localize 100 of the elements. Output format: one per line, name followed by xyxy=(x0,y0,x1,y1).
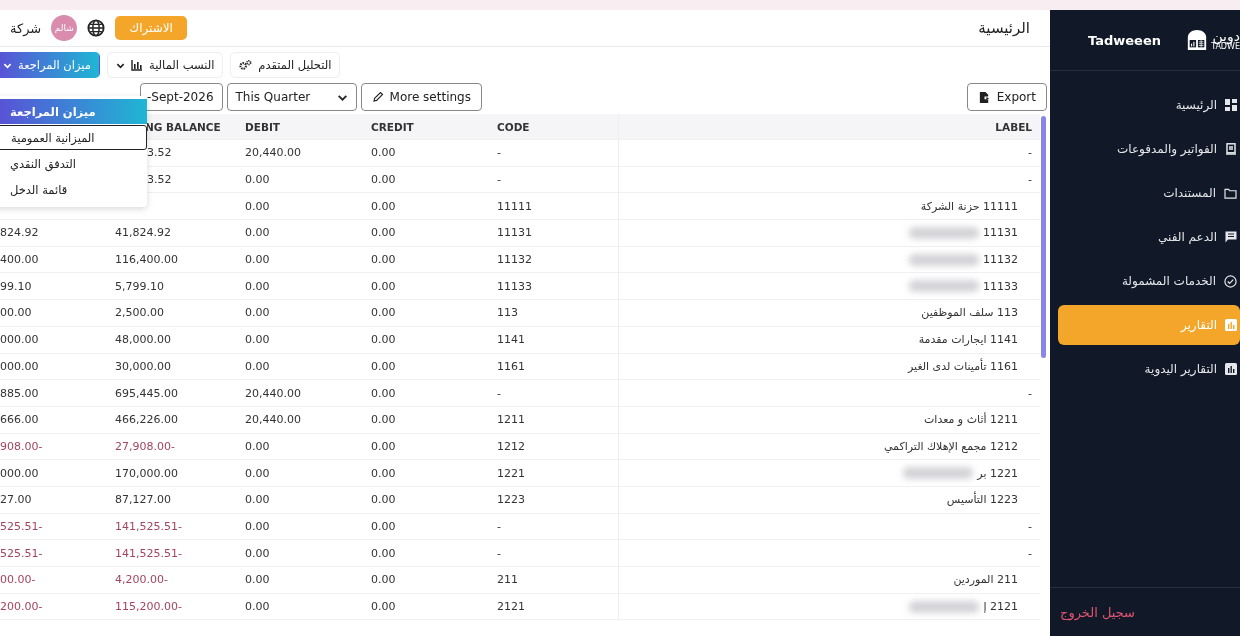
chat-icon xyxy=(1225,231,1237,243)
table-cell: 00.00 xyxy=(0,306,32,320)
table-cell: 466,226.00 xyxy=(115,413,178,427)
column-header: CODE xyxy=(496,119,531,135)
table-cell: 20,440.00 xyxy=(245,413,301,427)
logo-text: TADWE xyxy=(1211,43,1240,51)
table-cell: 30,000.00 xyxy=(115,359,171,373)
table-cell: 908.00- xyxy=(0,439,43,453)
table-cell: 113 xyxy=(497,306,518,320)
table-cell: 824.92 xyxy=(0,226,39,240)
period-select[interactable]: This Quarter xyxy=(226,83,357,111)
table-cell: 2121 إ xyxy=(983,600,1018,614)
table-cell: - xyxy=(497,519,501,533)
table-cell: 0.00 xyxy=(245,519,270,533)
table-cell: 4,200.00- xyxy=(115,573,168,587)
table-cell: 0.00 xyxy=(371,386,396,400)
table-cell: 1221 بر xyxy=(977,466,1018,480)
table-cell: 885.00 xyxy=(0,386,39,400)
table-cell: 11111 حزنة الشركة xyxy=(920,199,1018,213)
table-cell: 2,500.00 xyxy=(115,306,164,320)
table-cell: 211 xyxy=(497,573,518,587)
bar-chart-icon xyxy=(131,59,143,71)
table-cell: 525.51- xyxy=(0,546,43,560)
table-cell: 11132 xyxy=(983,253,1018,267)
table-cell: 11132 xyxy=(497,253,532,267)
table-cell: 20,440.00 xyxy=(245,386,301,400)
table-cell: 141,525.51- xyxy=(115,546,182,560)
table-cell: 000.00 xyxy=(0,466,39,480)
table-cell: - xyxy=(497,146,501,160)
table-cell: 1212 xyxy=(497,439,525,453)
table-cell: 200.00- xyxy=(0,600,43,614)
logo-text: دوين xyxy=(1212,29,1240,43)
sidebar-item[interactable]: الخدمات المشمولة xyxy=(1058,261,1240,301)
table-cell: 3.52 xyxy=(147,146,172,160)
table-cell: - xyxy=(1028,546,1032,560)
sidebar-item[interactable]: التقارير اليدوية xyxy=(1058,349,1240,389)
gears-icon xyxy=(239,59,253,71)
table-cell: 0.00 xyxy=(371,173,396,187)
table-cell: 1161 xyxy=(497,359,525,373)
logout-link[interactable]: سجيل الخروج xyxy=(1050,587,1240,636)
table-cell: 0.00 xyxy=(371,519,396,533)
table-cell: 1223 xyxy=(497,493,525,507)
menu-item[interactable]: الميزانية العمومية xyxy=(0,125,147,150)
dashboard-icon xyxy=(1225,99,1237,111)
file-export-icon xyxy=(977,90,991,104)
table-cell: 0.00 xyxy=(371,573,396,587)
table-cell: 00.00- xyxy=(0,573,36,587)
menu-item[interactable]: قائمة الدخل xyxy=(0,177,147,202)
table-cell: 0.00 xyxy=(245,466,270,480)
more-settings-button[interactable]: More settings xyxy=(360,83,482,111)
company-name: شركة xyxy=(10,20,42,36)
sidebar-item[interactable]: الرئيسية xyxy=(1058,85,1240,125)
table-cell: 0.00 xyxy=(245,573,270,587)
table-cell: 0.00 xyxy=(371,600,396,614)
table-cell: 41,824.92 xyxy=(115,226,171,240)
document-icon xyxy=(1225,143,1237,155)
table-cell: 170,000.00 xyxy=(115,466,178,480)
table-cell: - xyxy=(497,546,501,560)
report-dropdown[interactable]: ميزان المراجعة xyxy=(0,52,100,78)
table-cell: - xyxy=(497,386,501,400)
table-cell: 0.00 xyxy=(371,333,396,347)
table-cell: 99.10 xyxy=(0,279,32,293)
table-cell: 11131 xyxy=(983,226,1018,240)
menu-item[interactable]: التدفق النقدي xyxy=(0,151,147,176)
table-cell: 0.00 xyxy=(371,253,396,267)
table-cell: 000.00 xyxy=(0,333,39,347)
table-cell: 11131 xyxy=(497,226,532,240)
table-cell: 27,908.00- xyxy=(115,439,175,453)
table-cell: 0.00 xyxy=(245,306,270,320)
table-cell: 1223 التأسيس xyxy=(946,493,1018,507)
table-cell: 1212 مجمع الإهلاك التراكمي xyxy=(883,439,1018,453)
advanced-analysis-button[interactable]: التحليل المتقدم xyxy=(230,52,341,78)
globe-icon[interactable] xyxy=(87,19,106,37)
table-cell: - xyxy=(1028,173,1032,187)
table-cell: 0.00 xyxy=(245,600,270,614)
table-cell: 3.52 xyxy=(147,173,172,187)
table-cell: 116,400.00 xyxy=(115,253,178,267)
table-cell: 11133 xyxy=(983,279,1018,293)
menu-item[interactable]: ميزان المراجعة xyxy=(0,99,147,124)
table-cell: - xyxy=(1028,386,1032,400)
sidebar-item[interactable]: الدعم الفني xyxy=(1058,217,1240,257)
table-cell: 400.00 xyxy=(0,253,39,267)
table-cell: 0.00 xyxy=(245,333,270,347)
table-cell: 0.00 xyxy=(371,279,396,293)
table-cell: 0.00 xyxy=(245,253,270,267)
table-cell: 0.00 xyxy=(371,493,396,507)
sidebar-item[interactable]: الفواتير والمدفوعات xyxy=(1058,129,1240,169)
report-dropdown[interactable]: النسب المالية xyxy=(107,52,224,78)
column-header: DEBIT xyxy=(244,119,281,135)
chart-icon xyxy=(1225,363,1237,375)
table-cell: - xyxy=(1028,146,1032,160)
export-button[interactable]: Export xyxy=(966,83,1047,111)
table-cell: 1141 xyxy=(497,333,525,347)
table-cell: 0.00 xyxy=(245,279,270,293)
sidebar-item[interactable]: المستندات xyxy=(1058,173,1240,213)
table-cell: 115,200.00- xyxy=(115,600,182,614)
column-header: LABEL xyxy=(618,114,1040,139)
table-cell: 1211 أثاث و معدات xyxy=(924,413,1018,427)
scrollbar-thumb[interactable] xyxy=(1041,116,1046,358)
date-range-field[interactable]: -Sept-2026 xyxy=(140,83,223,111)
